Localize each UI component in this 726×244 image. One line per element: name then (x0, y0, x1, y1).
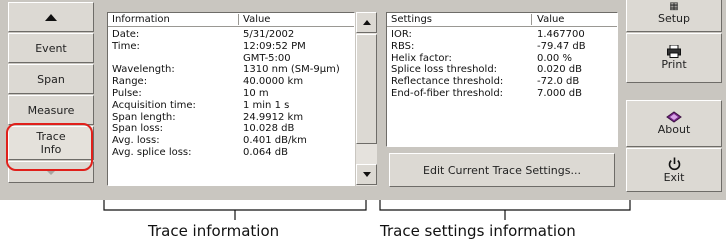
trace-info-label: Avg. loss: (112, 135, 160, 147)
setting-value: -72.0 dB (537, 76, 580, 88)
table-row: Avg. loss: 0.401 dB/km (108, 135, 354, 146)
nav-event-label: Event (35, 41, 67, 55)
table-row: Reflectance threshold: -72.0 dB (387, 76, 617, 87)
print-button[interactable]: Print (626, 33, 722, 83)
trace-info-label: Pulse: (112, 88, 142, 99)
trace-info-value: 12:09:52 PM (243, 40, 306, 52)
print-label: Print (661, 58, 687, 71)
arrow-up-icon (362, 20, 371, 25)
settings-header: Settings Value (387, 13, 617, 27)
arrow-up-icon (45, 13, 57, 21)
scroll-down-button[interactable] (356, 164, 377, 185)
table-row: Splice loss threshold: 0.020 dB (387, 64, 617, 75)
header-settings: Settings (391, 14, 433, 25)
table-row: Date: 5/31/2002 (108, 29, 354, 40)
settings-panel: Settings Value IOR: 1.467700 RBS: -79.47 dB… (386, 12, 618, 147)
header-value: Value (243, 14, 271, 25)
trace-info-value: 1310 nm (SM-9µm) (243, 64, 340, 76)
trace-info-value: GMT-5:00 (243, 52, 291, 64)
nav-span-label: Span (37, 72, 65, 86)
nav-scroll-up-button[interactable] (8, 2, 94, 32)
trace-info-label: Acquisition time: (112, 99, 196, 111)
trace-info-value: 0.401 dB/km (243, 135, 307, 147)
header-settings-value: Value (537, 14, 565, 25)
scroll-thumb[interactable] (356, 34, 377, 144)
trace-info-label: Date: (112, 29, 140, 40)
table-row: Pulse: 10 m (108, 88, 354, 99)
header-information: Information (112, 14, 170, 25)
exit-label: Exit (663, 170, 685, 184)
trace-info-label: Wavelength: (112, 64, 175, 76)
trace-info-label: Avg. splice loss: (112, 147, 192, 158)
about-button[interactable]: About (626, 100, 722, 147)
trace-info-value: 5/31/2002 (243, 29, 295, 40)
trace-info-label: Span length: (112, 111, 176, 123)
table-row: Acquisition time: 1 min 1 s (108, 100, 354, 111)
setting-label: Splice loss threshold: (391, 64, 498, 76)
table-row: Span loss: 10.028 dB (108, 123, 354, 134)
trace-info-header: Information Value (108, 13, 354, 27)
highlight-ring (6, 123, 93, 171)
nav-event-button[interactable]: Event (8, 33, 94, 63)
callout-brackets (103, 200, 631, 220)
setting-value: 7.000 dB (537, 88, 583, 99)
exit-button[interactable]: Exit (626, 148, 722, 192)
setting-label: IOR: (391, 29, 412, 40)
trace-info-scrollbar[interactable] (356, 12, 377, 186)
setting-value: 0.00 % (537, 52, 572, 64)
trace-info-value: 24.9912 km (243, 111, 304, 123)
trace-info-label: Range: (112, 76, 148, 88)
setting-label: Reflectance threshold: (391, 76, 504, 88)
table-row: RBS: -79.47 dB (387, 41, 617, 52)
table-row: Range: 40.0000 km (108, 76, 354, 87)
table-row: Wavelength: 1310 nm (SM-9µm) (108, 64, 354, 75)
arrow-down-icon (362, 172, 371, 177)
setting-label: Helix factor: (391, 52, 452, 64)
setup-button[interactable]: ▦ Setup (626, 0, 722, 32)
power-icon (668, 157, 680, 170)
table-row: Helix factor: 0.00 % (387, 53, 617, 64)
trace-info-value: 10 m (243, 88, 269, 99)
edit-trace-settings-label: Edit Current Trace Settings... (423, 163, 581, 177)
edit-trace-settings-button[interactable]: Edit Current Trace Settings... (389, 153, 615, 187)
callout-trace-settings-information: Trace settings information (380, 222, 576, 240)
nav-measure-button[interactable]: Measure (8, 95, 94, 125)
setting-value: 1.467700 (537, 29, 585, 40)
table-row: Avg. splice loss: 0.064 dB (108, 147, 354, 158)
nav-measure-label: Measure (27, 103, 75, 117)
setting-label: End-of-fiber threshold: (391, 88, 504, 99)
callout-trace-information: Trace information (148, 222, 280, 240)
trace-info-value: 40.0000 km (243, 76, 304, 88)
setup-icon: ▦ (669, 0, 679, 12)
trace-info-value: 1 min 1 s (243, 99, 290, 111)
setup-label: Setup (657, 11, 691, 25)
setting-value: 0.020 dB (537, 64, 583, 76)
trace-info-value: 10.028 dB (243, 123, 295, 135)
application-window: Event Span Measure Trace Info Informatio… (0, 0, 726, 200)
about-icon (666, 111, 682, 123)
setting-value: -79.47 dB (537, 40, 586, 52)
table-row: Span length: 24.9912 km (108, 112, 354, 123)
printer-icon (667, 45, 681, 58)
table-row: End-of-fiber threshold: 7.000 dB (387, 88, 617, 99)
table-row: IOR: 1.467700 (387, 29, 617, 40)
nav-span-button[interactable]: Span (8, 64, 94, 94)
trace-info-label: Span loss: (112, 123, 164, 135)
table-row: GMT-5:00 (108, 53, 354, 64)
table-row: Time: 12:09:52 PM (108, 41, 354, 52)
scroll-up-button[interactable] (356, 12, 377, 33)
setting-label: RBS: (391, 40, 415, 52)
trace-info-label: Time: (112, 40, 140, 52)
trace-info-value: 0.064 dB (243, 147, 289, 158)
trace-info-panel: Information Value Date: 5/31/2002 Time: 12:… (107, 12, 355, 186)
about-label: About (657, 123, 691, 136)
